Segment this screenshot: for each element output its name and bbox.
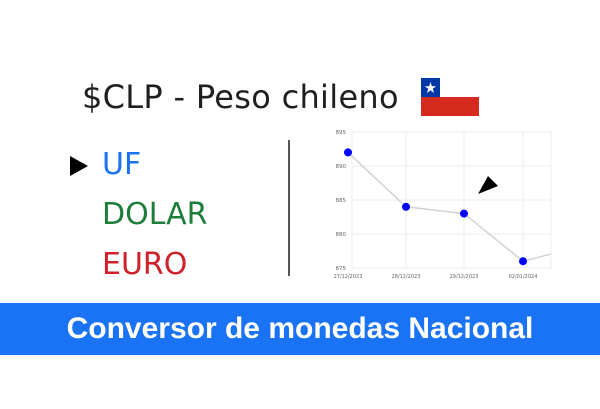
- x-tick-label: 28/12/2023: [392, 274, 421, 280]
- y-tick-label: 885: [336, 198, 347, 204]
- menu-item-uf[interactable]: UF: [70, 140, 207, 190]
- y-tick-label: 875: [336, 266, 347, 272]
- page-title: $CLP - Peso chileno: [82, 78, 399, 116]
- series-line: [347, 151, 551, 263]
- menu-item-euro[interactable]: EURO: [70, 240, 207, 290]
- x-tick-label: 02/01/2024: [509, 274, 538, 280]
- currency-menu: UF DOLAR EURO: [70, 140, 207, 290]
- header: $CLP - Peso chileno: [82, 78, 479, 116]
- data-point: [519, 257, 527, 266]
- menu-item-label: UF: [102, 147, 142, 182]
- y-tick-label: 895: [336, 130, 347, 136]
- banner-title: Conversor de monedas Nacional: [66, 312, 534, 345]
- triangle-pointer-icon: [70, 156, 88, 176]
- arrow-cursor-icon: [478, 176, 498, 194]
- title-banner: Conversor de monedas Nacional: [0, 303, 600, 355]
- data-point: [402, 202, 410, 211]
- uf-line-chart: 875 880 885 890 895 27/12/2023 28/12/2023 29/12…: [334, 130, 552, 280]
- chile-flag-icon: [420, 78, 479, 116]
- x-tick-label: 27/12/2023: [334, 274, 363, 280]
- menu-item-label: EURO: [102, 247, 188, 282]
- data-point: [344, 148, 352, 157]
- data-point: [460, 209, 468, 218]
- y-tick-label: 890: [336, 164, 347, 170]
- menu-item-label: DOLAR: [102, 197, 208, 232]
- vertical-divider: [288, 140, 290, 276]
- menu-item-dolar[interactable]: DOLAR: [70, 190, 207, 240]
- y-tick-label: 880: [336, 232, 347, 238]
- x-tick-label: 29/12/2023: [450, 274, 479, 280]
